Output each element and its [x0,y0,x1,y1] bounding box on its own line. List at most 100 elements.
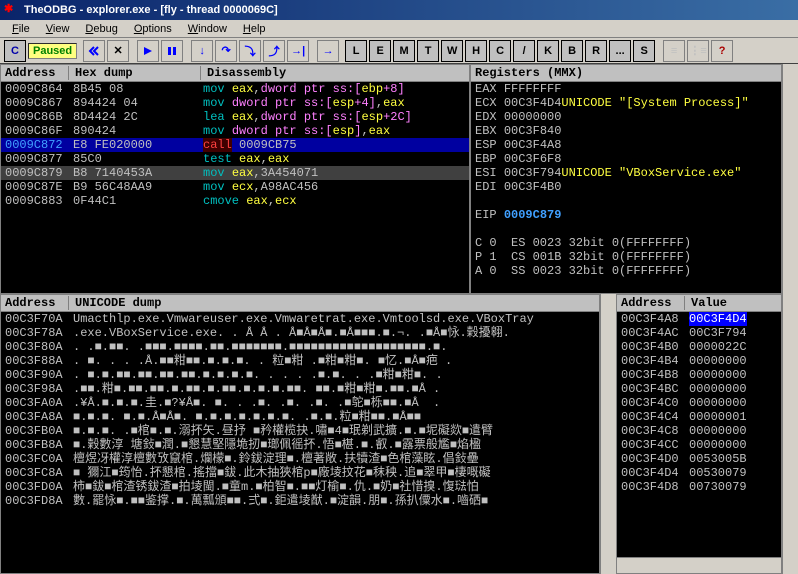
stack-row[interactable]: 00C3F4CC00000000 [617,438,781,452]
toolbar-letter-r[interactable]: R [585,40,607,62]
restart-button[interactable] [83,40,105,62]
dump-row[interactable]: 00C3F98A.■■.粓■.■■.■■.■.■■.■.■■.■.■.■.■■.… [1,382,599,396]
toolbar-letter-c[interactable]: C [489,40,511,62]
menubar: File View Debug Options Window Help [0,20,798,38]
toolbar-letter-m[interactable]: M [393,40,415,62]
dump-pane[interactable]: Address UNICODE dump 00C3F70AUmacthlp.ex… [0,294,600,574]
execute-till-button[interactable]: →| [287,40,309,62]
stack-row[interactable]: 00C3F4C000000000 [617,396,781,410]
settings2-button[interactable]: ⋮≡ [687,40,709,62]
register-row[interactable]: ECX 00C3F4D4 UNICODE "[System Process]" [471,96,781,110]
settings1-button[interactable]: ≡ [663,40,685,62]
disasm-header: Address Hex dump Disassembly [1,65,469,82]
dump-row[interactable]: 00C3FD8A數.罷怺■.■■鉴撑.■.萬瓢頒■■.弍■.鉅遣堎猷.■淀韻.朋… [1,494,599,508]
stack-row[interactable]: 00C3F4AC00C3F794 [617,326,781,340]
toolbar-letter-k[interactable]: K [537,40,559,62]
register-row[interactable]: EDI 00C3F4B0 [471,180,781,194]
goto-button[interactable]: → [317,40,339,62]
rewind-icon [88,45,100,57]
scrollbar-v-stack[interactable] [782,294,798,574]
dump-row[interactable]: 00C3FB8A■.榖數淳 塘鈙■潤.■懇慧堅隱垝扨■瑯佩徭抔.悟■椹.■.叡.… [1,438,599,452]
dump-row[interactable]: 00C3FD0A柿■鈸■棺渣锈鈸渣■拍堎閩.■童m.■柏智■.■■灯榆■.仇.■… [1,480,599,494]
disasm-row[interactable]: 0009C86B8D4424 2Clea eax,dword ptr ss:[e… [1,110,469,124]
disasm-row[interactable]: 0009C8830F44C1cmove eax,ecx [1,194,469,208]
disasm-row[interactable]: 0009C87EB9 56C48AA9mov ecx,A98AC456 [1,180,469,194]
dump-row[interactable]: 00C3F88A. ■. . . .Å.■■粓■■.■.■.■. . 粒■粓 .… [1,354,599,368]
stack-row[interactable]: 00C3F4B400000000 [617,354,781,368]
disasm-row[interactable]: 0009C86F890424mov dword ptr ss:[esp],eax [1,124,469,138]
toolbar-letter-h[interactable]: H [465,40,487,62]
register-row[interactable]: EBP 00C3F6F8 [471,152,781,166]
toolbar-letter-t[interactable]: T [417,40,439,62]
app-icon: ✱ [4,2,20,18]
flag-row[interactable]: C 0 ES 0023 32bit 0(FFFFFFFF) [471,236,781,250]
cpu-button[interactable]: C [4,40,26,62]
menu-options[interactable]: Options [126,23,180,35]
disasm-row[interactable]: 0009C8648B45 08mov eax,dword ptr ss:[ebp… [1,82,469,96]
col-hex: Hex dump [75,66,201,80]
toolbar-letter-s[interactable]: S [633,40,655,62]
disassembly-pane[interactable]: Address Hex dump Disassembly 0009C8648B4… [0,64,470,294]
help-button[interactable]: ? [711,40,733,62]
col-disasm: Disassembly [207,66,292,80]
disasm-row[interactable]: 0009C879B8 7140453Amov eax,3A454071 [1,166,469,180]
register-row[interactable]: ESI 00C3F794 UNICODE "VBoxService.exe" [471,166,781,180]
toolbar-letter-b[interactable]: B [561,40,583,62]
dump-row[interactable]: 00C3FA8A■.■.■. ■.■.Å■Å■. ■.■.■.■.■.■.■. … [1,410,599,424]
menu-window[interactable]: Window [180,23,235,35]
stack-row[interactable]: 00C3F4BC00000000 [617,382,781,396]
registers-pane[interactable]: Registers (MMX) EAX FFFFFFFFECX 00C3F4D4… [470,64,782,294]
toolbar-letter-w[interactable]: W [441,40,463,62]
registers-header: Registers (MMX) [471,65,781,82]
dump-row[interactable]: 00C3FA0A.¥Å.■.■.■.圭.■?¥Å■. ■. . .■. .■. … [1,396,599,410]
stack-row[interactable]: 00C3F4C400000001 [617,410,781,424]
toolbar: C Paused ✕ ↓ ↷ ⤵ ⤴ →| → LEMTWHC/KBR...S … [0,38,798,64]
dump-row[interactable]: 00C3FC0A檀煜冴權淳檀數攷竄棺.爛檬■.鈴鈸淀理■.檀著敞.扶犢渣■色棺藻… [1,452,599,466]
step-over-button[interactable]: ↷ [215,40,237,62]
flag-row[interactable]: A 0 SS 0023 32bit 0(FFFFFFFF) [471,264,781,278]
register-row[interactable]: EAX FFFFFFFF [471,82,781,96]
toolbar-letter-/[interactable]: / [513,40,535,62]
disasm-row[interactable]: 0009C87785C0test eax,eax [1,152,469,166]
stack-row[interactable]: 00C3F4D400530079 [617,466,781,480]
register-eip[interactable]: EIP 0009C879 [471,208,781,222]
scrollbar-v-dump[interactable] [600,294,616,574]
toolbar-letter-...[interactable]: ... [609,40,631,62]
menu-help[interactable]: Help [235,23,274,35]
step-into-button[interactable]: ↓ [191,40,213,62]
scrollbar-v-top[interactable] [782,64,798,294]
disasm-row[interactable]: 0009C872E8 FE020000call 0009CB75 [1,138,469,152]
menu-file[interactable]: File [4,23,38,35]
dump-row[interactable]: 00C3F78A.exe.VBoxService.exe. . Å Å . Å■… [1,326,599,340]
stack-row[interactable]: 00C3F4B800000000 [617,368,781,382]
stack-row[interactable]: 00C3F4C800000000 [617,424,781,438]
pause-button[interactable] [161,40,183,62]
register-row[interactable]: ESP 00C3F4A8 [471,138,781,152]
dump-row[interactable]: 00C3F90A. ■.■.■■.■■.■■.■■.■.■.■.■. . . .… [1,368,599,382]
disasm-row[interactable]: 0009C867894424 04mov dword ptr ss:[esp+4… [1,96,469,110]
menu-debug[interactable]: Debug [77,23,125,35]
register-row[interactable]: EDX 00000000 [471,110,781,124]
stack-row[interactable]: 00C3F4D00053005B [617,452,781,466]
stack-row[interactable]: 00C3F4B00000022C [617,340,781,354]
menu-view[interactable]: View [38,23,78,35]
scrollbar-h-stack[interactable] [617,557,781,573]
close-button[interactable]: ✕ [107,40,129,62]
trace-over-button[interactable]: ⤴ [263,40,285,62]
col-dump-addr: Address [5,296,69,310]
toolbar-letter-e[interactable]: E [369,40,391,62]
pause-icon [167,46,177,56]
dump-row[interactable]: 00C3F70AUmacthlp.exe.Vmwareuser.exe.Vmwa… [1,312,599,326]
run-button[interactable] [137,40,159,62]
stack-header: Address Value [617,295,781,312]
flag-row[interactable]: P 1 CS 001B 32bit 0(FFFFFFFF) [471,250,781,264]
stack-row[interactable]: 00C3F4D800730079 [617,480,781,494]
trace-into-button[interactable]: ⤵ [239,40,261,62]
stack-pane[interactable]: Address Value 00C3F4A800C3F4D400C3F4AC00… [616,294,782,574]
dump-row[interactable]: 00C3FB0A■.■.■. .■棺■.■.溺抔矢.昼抒 ■矜權榄抉.嘯■4■珉… [1,424,599,438]
stack-row[interactable]: 00C3F4A800C3F4D4 [617,312,781,326]
register-row[interactable]: EBX 00C3F840 [471,124,781,138]
dump-row[interactable]: 00C3FC8A■ 獮江■筠怡.抔懇棺.搖擋■鈸.此木抽狹棺p■廠堎抆花■秣秧.… [1,466,599,480]
toolbar-letter-l[interactable]: L [345,40,367,62]
dump-row[interactable]: 00C3F80A. .■.■■. .■■■.■■■■.■■.■■■■■■■.■■… [1,340,599,354]
